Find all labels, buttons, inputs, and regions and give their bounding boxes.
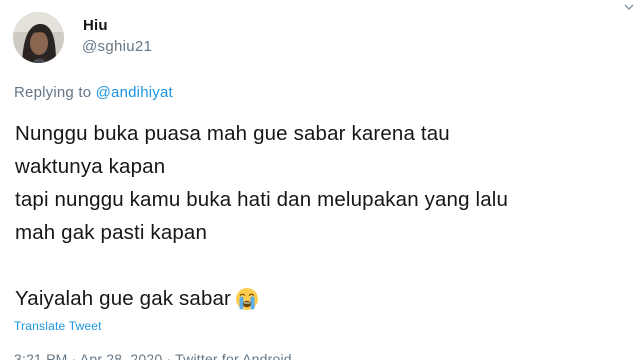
tweet-text-line: Yaiyalah gue gak sabar (15, 287, 232, 310)
replying-to: Replying to @andihiyat (14, 84, 173, 101)
chevron-down-icon[interactable] (624, 2, 634, 12)
avatar[interactable] (13, 12, 64, 63)
tweet-text-line: waktunya kapan (15, 155, 166, 178)
loudly-crying-face-emoji-icon (236, 288, 259, 310)
tweet-timestamp[interactable]: 3:21 PM · Apr 28, 2020 · Twitter for And… (14, 351, 292, 360)
display-name[interactable]: Hiu (83, 17, 108, 34)
translate-tweet-link[interactable]: Translate Tweet (14, 319, 102, 333)
tweet-text-line: tapi nunggu kamu buka hati dan melupakan… (15, 188, 509, 211)
tweet-text: Nunggu buka puasa mah gue sabar karena t… (15, 117, 630, 315)
reply-mention-link[interactable]: @andihiyat (96, 84, 173, 101)
tweet-card: Hiu @sghiu21 Replying to @andihiyat Nung… (0, 0, 640, 360)
replying-to-label: Replying to (14, 84, 92, 101)
tweet-text-line: Nunggu buka puasa mah gue sabar karena t… (15, 122, 450, 145)
avatar-photo-icon (13, 12, 64, 63)
tweet-text-last-line: Yaiyalah gue gak sabar (15, 282, 630, 315)
user-handle[interactable]: @sghiu21 (82, 38, 152, 55)
tweet-text-line: mah gak pasti kapan (15, 221, 208, 244)
